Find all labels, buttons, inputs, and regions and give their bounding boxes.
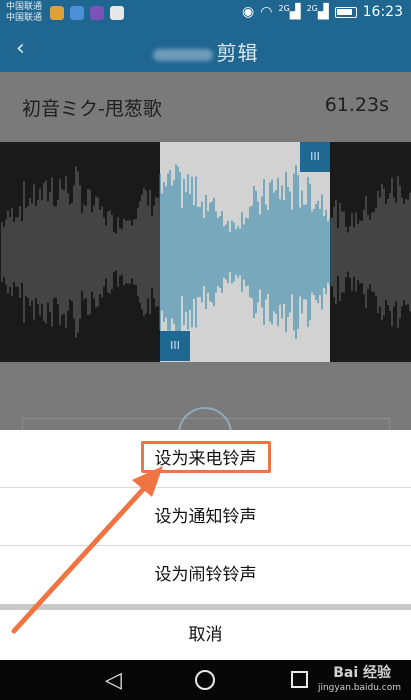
arrow-shaft	[11, 481, 151, 634]
nav-recent-icon[interactable]	[291, 671, 308, 688]
watermark-logo: Bai 经验	[333, 665, 391, 681]
nav-back-icon[interactable]: ◁	[105, 668, 122, 693]
tutorial-arrow	[11, 466, 163, 634]
nav-home-icon[interactable]	[195, 670, 215, 690]
watermark-url: jingyan.baidu.com	[317, 683, 401, 693]
arrow-head-icon	[132, 466, 163, 497]
